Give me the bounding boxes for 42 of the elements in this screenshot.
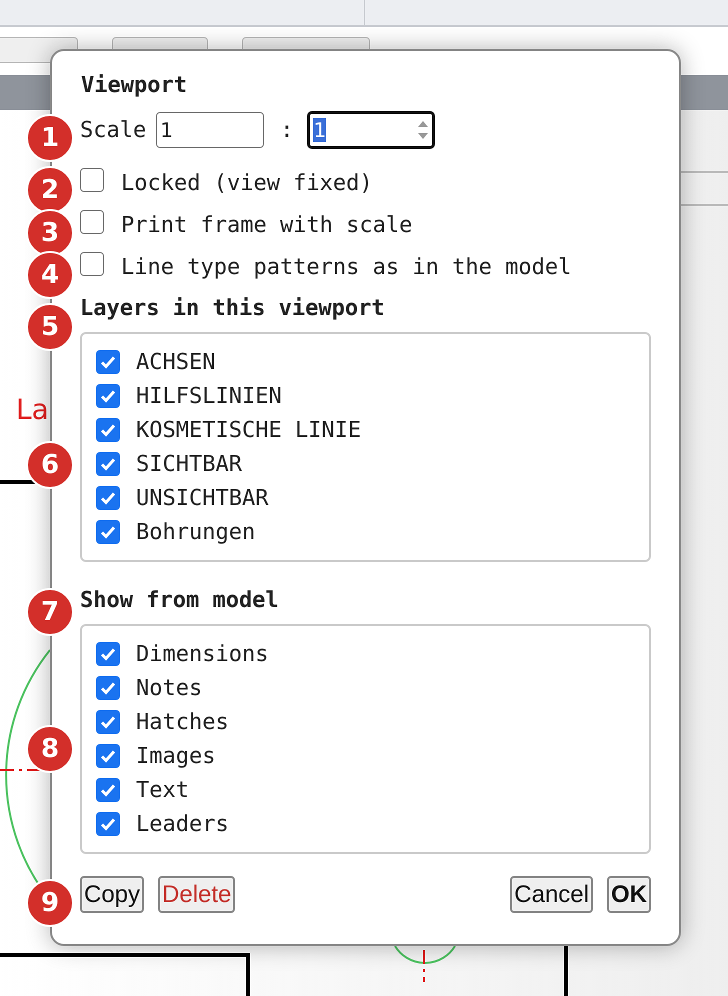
checkbox-label[interactable]: Images [136, 744, 216, 768]
checkbox[interactable] [96, 710, 120, 734]
checkbox[interactable] [80, 168, 104, 192]
section-title: Show from model [80, 588, 280, 614]
checkbox-label[interactable]: Hatches [136, 710, 229, 734]
checkbox[interactable] [80, 210, 104, 234]
checkbox-label[interactable]: Line type patterns as in the model [121, 254, 572, 280]
checkbox-label[interactable]: SICHTBAR [136, 452, 242, 476]
checkbox[interactable] [96, 676, 120, 700]
scale-label: Scale [80, 118, 146, 142]
checkbox-label[interactable]: Leaders [136, 812, 229, 836]
checkbox[interactable] [96, 520, 120, 544]
checkbox-label[interactable]: Print frame with scale [121, 212, 412, 238]
checkbox-label[interactable]: Notes [136, 676, 202, 700]
dialog-button[interactable]: Cancel [510, 876, 593, 913]
checkbox-label[interactable]: Bohrungen [136, 520, 256, 544]
checkbox-label[interactable]: HILFSLINIEN [136, 384, 282, 408]
drawing-label: La [16, 393, 49, 426]
checkbox-label[interactable]: UNSICHTBAR [136, 486, 268, 510]
checkbox[interactable] [96, 812, 120, 836]
input-field[interactable]: 1 [156, 112, 264, 148]
checkbox-label[interactable]: KOSMETISCHE LINIE [136, 418, 362, 442]
dialog-button[interactable]: OK [607, 876, 651, 913]
checkbox[interactable] [80, 252, 104, 276]
number-field[interactable]: 1 [307, 111, 436, 149]
checkbox[interactable] [96, 642, 120, 666]
checkbox[interactable] [96, 778, 120, 802]
dialog-title: Viewport [81, 73, 188, 98]
checkbox-label[interactable]: Text [136, 778, 189, 802]
checkbox-label[interactable]: Dimensions [136, 642, 268, 666]
checkbox[interactable] [96, 486, 120, 510]
checkbox[interactable] [96, 744, 120, 768]
section-title: Layers in this viewport [80, 296, 386, 322]
checkbox[interactable] [96, 350, 120, 374]
scale-separator: : [280, 118, 294, 142]
checkbox-label[interactable]: Locked (view fixed) [121, 170, 373, 196]
checkbox[interactable] [96, 384, 120, 408]
checkbox[interactable] [96, 452, 120, 476]
dialog-button[interactable]: Copy [80, 876, 144, 913]
checkbox-label[interactable]: ACHSEN [136, 350, 216, 374]
delete-button[interactable]: Delete [158, 876, 236, 913]
checkbox[interactable] [96, 418, 120, 442]
